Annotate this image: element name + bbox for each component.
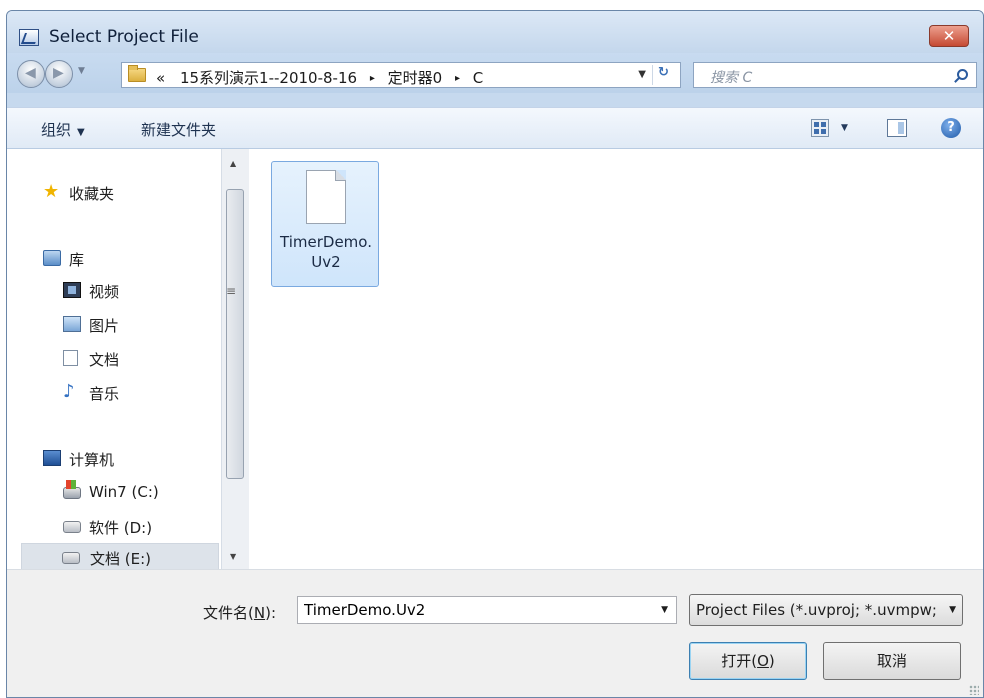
scrollbar-thumb[interactable] bbox=[226, 189, 244, 479]
filename-field[interactable]: ▼ bbox=[297, 596, 677, 624]
address-bar[interactable]: « 15系列演示1--2010-8-16 ▸ 定时器0 ▸ C ▼ ↻ bbox=[121, 62, 681, 88]
filename-mnemonic: N bbox=[253, 604, 266, 622]
video-icon bbox=[63, 282, 81, 298]
nav-item-label: 收藏夹 bbox=[69, 185, 115, 203]
organize-menu[interactable]: 组织 ▼ bbox=[41, 119, 85, 140]
nav-item-computer[interactable]: 计算机 bbox=[39, 445, 209, 473]
document-icon bbox=[63, 350, 78, 366]
window-title: Select Project File bbox=[49, 27, 199, 47]
windows-drive-icon bbox=[63, 480, 81, 499]
nav-item-label: 软件 (D:) bbox=[89, 519, 153, 537]
open-button[interactable]: 打开(O) bbox=[689, 642, 807, 680]
cancel-button[interactable]: 取消 bbox=[823, 642, 961, 680]
chevron-down-icon: ▼ bbox=[77, 127, 85, 138]
back-button[interactable]: ◀ bbox=[17, 60, 45, 88]
address-dropdown-icon[interactable]: ▼ bbox=[638, 69, 646, 80]
title-bar: Select Project File ✕ bbox=[7, 11, 983, 53]
nav-item-libraries[interactable]: 库 bbox=[39, 245, 209, 273]
breadcrumb-separator-icon[interactable]: ▸ bbox=[447, 73, 468, 84]
nav-item-label: 计算机 bbox=[69, 451, 115, 469]
breadcrumb-separator-icon[interactable]: ▸ bbox=[362, 73, 383, 84]
forward-button[interactable]: ▶ bbox=[45, 60, 73, 88]
change-view-icon[interactable] bbox=[811, 119, 829, 137]
chevron-down-icon[interactable]: ▼ bbox=[661, 605, 668, 615]
scroll-down-icon[interactable]: ▼ bbox=[230, 552, 236, 561]
library-icon bbox=[43, 250, 61, 266]
file-type-value: Project Files (*.uvproj; *.uvmpw; *.uv2) bbox=[696, 601, 936, 619]
help-icon[interactable]: ? bbox=[941, 118, 961, 138]
scroll-up-icon[interactable]: ▲ bbox=[230, 159, 236, 168]
search-icon[interactable] bbox=[957, 69, 968, 80]
breadcrumb-overflow[interactable]: « bbox=[156, 69, 165, 87]
chevron-down-icon[interactable]: ▼ bbox=[949, 605, 956, 615]
breadcrumb-item[interactable]: 15系列演示1--2010-8-16 bbox=[180, 69, 357, 87]
close-button[interactable]: ✕ bbox=[929, 25, 969, 47]
open-label-text: 打开( bbox=[721, 652, 758, 670]
nav-item-drive-d[interactable]: 软件 (D:) bbox=[59, 513, 209, 541]
open-label-end: ) bbox=[768, 652, 775, 670]
music-icon: ♪ bbox=[63, 381, 75, 402]
search-box[interactable]: 搜索 C bbox=[693, 62, 977, 88]
nav-item-videos[interactable]: 视频 bbox=[59, 277, 209, 305]
grip-icon: ≡ bbox=[226, 284, 237, 298]
drive-icon bbox=[62, 552, 80, 564]
nav-item-drive-c[interactable]: Win7 (C:) bbox=[59, 479, 209, 507]
folder-icon bbox=[128, 65, 146, 82]
breadcrumb: « 15系列演示1--2010-8-16 ▸ 定时器0 ▸ C bbox=[156, 67, 483, 88]
star-icon: ★ bbox=[43, 181, 60, 202]
filename-label: 文件名(N): bbox=[203, 602, 276, 623]
dialog-content: ★ 收藏夹 库 视频 图片 文档 ♪ 音乐 计算机 Win7 (C:) 软件 (… bbox=[7, 149, 983, 573]
nav-item-music[interactable]: ♪ 音乐 bbox=[59, 379, 209, 407]
nav-item-label: 音乐 bbox=[89, 385, 120, 403]
file-name: TimerDemo.Uv2 bbox=[280, 233, 372, 271]
picture-icon bbox=[63, 316, 81, 332]
file-list-pane: TimerDemo.Uv2 bbox=[249, 149, 983, 569]
breadcrumb-item[interactable]: 定时器0 bbox=[388, 69, 443, 87]
file-dialog-window: Select Project File ✕ ◀ ▶ ▼ « 15系列演示1--2… bbox=[6, 10, 984, 698]
filename-label-end: ): bbox=[265, 604, 276, 622]
nav-item-documents[interactable]: 文档 bbox=[59, 345, 209, 373]
open-mnemonic: O bbox=[757, 652, 769, 670]
app-logo-icon bbox=[19, 29, 39, 46]
nav-item-label: 文档 (E:) bbox=[90, 550, 152, 568]
navigation-bar: ◀ ▶ ▼ « 15系列演示1--2010-8-16 ▸ 定时器0 ▸ C ▼ … bbox=[7, 53, 983, 93]
command-toolbar: 组织 ▼ 新建文件夹 ▼ ? bbox=[7, 107, 983, 149]
nav-item-favorites[interactable]: ★ 收藏夹 bbox=[39, 179, 209, 207]
filename-input[interactable] bbox=[304, 600, 644, 620]
view-options-dropdown-icon[interactable]: ▼ bbox=[841, 123, 848, 133]
recent-pages-dropdown[interactable]: ▼ bbox=[78, 66, 85, 76]
nav-item-label: Win7 (C:) bbox=[89, 483, 159, 501]
refresh-icon[interactable]: ↻ bbox=[652, 65, 674, 85]
file-icon bbox=[306, 170, 346, 224]
organize-label: 组织 bbox=[41, 121, 72, 139]
drive-icon bbox=[63, 521, 81, 533]
back-arrow-icon: ◀ bbox=[25, 65, 36, 81]
file-type-select[interactable]: Project Files (*.uvproj; *.uvmpw; *.uv2)… bbox=[689, 594, 963, 626]
dialog-footer: 文件名(N): ▼ Project Files (*.uvproj; *.uvm… bbox=[7, 569, 983, 697]
preview-pane-icon[interactable] bbox=[887, 119, 907, 137]
filename-label-text: 文件名( bbox=[203, 604, 254, 622]
nav-item-label: 文档 bbox=[89, 351, 120, 369]
computer-icon bbox=[43, 450, 61, 466]
nav-item-label: 视频 bbox=[89, 283, 120, 301]
search-input[interactable]: 搜索 C bbox=[710, 67, 752, 87]
nav-item-label: 图片 bbox=[89, 317, 120, 335]
nav-item-label: 库 bbox=[69, 251, 85, 269]
nav-pane-scrollbar[interactable]: ▲ ≡ ▼ bbox=[221, 149, 249, 569]
resize-grip-icon[interactable] bbox=[969, 685, 979, 695]
navigation-pane: ★ 收藏夹 库 视频 图片 文档 ♪ 音乐 计算机 Win7 (C:) 软件 (… bbox=[7, 149, 221, 573]
breadcrumb-item[interactable]: C bbox=[473, 69, 483, 87]
nav-item-pictures[interactable]: 图片 bbox=[59, 311, 209, 339]
file-item[interactable]: TimerDemo.Uv2 bbox=[271, 161, 379, 287]
forward-arrow-icon: ▶ bbox=[53, 65, 64, 81]
new-folder-button[interactable]: 新建文件夹 bbox=[141, 119, 216, 140]
